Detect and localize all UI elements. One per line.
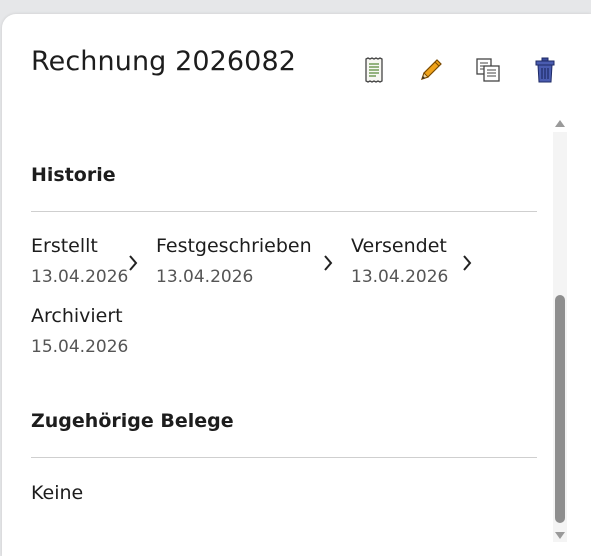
chevron-right-icon — [463, 255, 472, 271]
trash-icon — [535, 57, 555, 83]
chevron-right-icon — [129, 255, 138, 271]
edit-button[interactable] — [415, 54, 447, 86]
copy-icon — [476, 58, 500, 82]
copy-button[interactable] — [472, 54, 504, 86]
receipt-button[interactable] — [358, 54, 390, 86]
step-name: Versendet — [351, 235, 447, 257]
step-date: 15.04.2026 — [31, 337, 129, 357]
related-divider — [31, 457, 537, 458]
chevron-right-icon — [324, 255, 333, 271]
step-name: Archiviert — [31, 305, 123, 327]
receipt-icon — [365, 57, 383, 83]
step-date: 13.04.2026 — [31, 267, 129, 287]
page-title: Rechnung 2026082 — [31, 46, 297, 77]
step-name: Festgeschrieben — [156, 235, 312, 257]
scroll-down-icon[interactable] — [554, 531, 566, 541]
step-name: Erstellt — [31, 235, 98, 257]
toolbar — [358, 54, 561, 86]
step-date: 13.04.2026 — [351, 267, 449, 287]
scrollbar-thumb[interactable] — [555, 295, 565, 523]
history-divider — [31, 211, 537, 212]
history-heading: Historie — [31, 164, 116, 186]
step-date: 13.04.2026 — [156, 267, 254, 287]
related-empty-text: Keine — [31, 482, 84, 504]
scroll-up-icon[interactable] — [554, 118, 566, 128]
pencil-icon — [421, 59, 442, 80]
delete-button[interactable] — [529, 54, 561, 86]
related-documents-heading: Zugehörige Belege — [31, 410, 234, 432]
invoice-detail-panel: Rechnung 2026082 Historie Erstellt 13.04… — [2, 14, 591, 556]
